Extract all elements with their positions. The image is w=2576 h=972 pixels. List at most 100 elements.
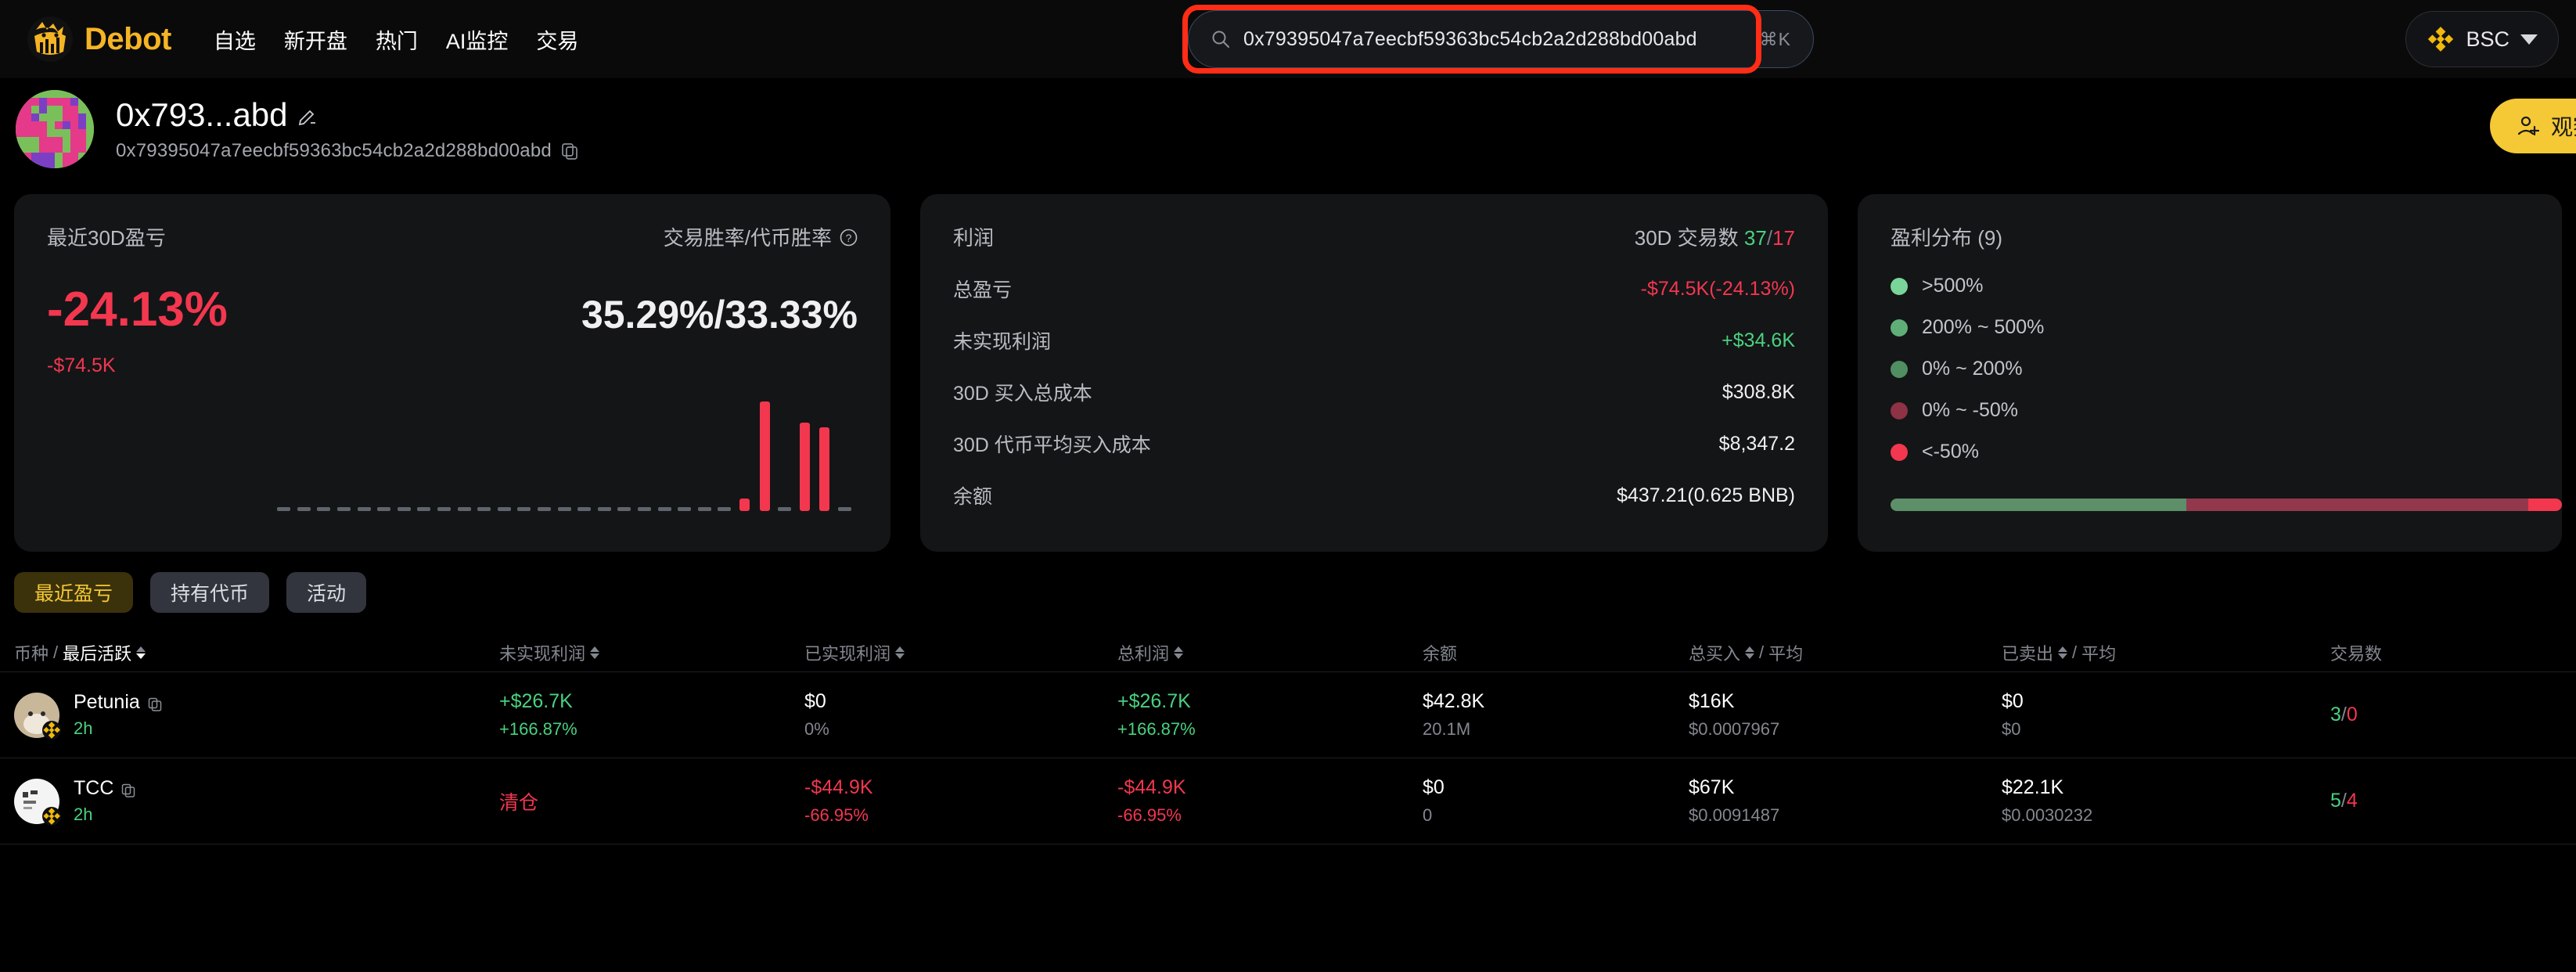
brand-logo-group[interactable]: Debot [27,16,171,63]
balance-usd: $0 [1423,776,1445,799]
distribution-legend: >500%200% ~ 500%0% ~ 200%0% ~ -50%<-50% [1891,275,2529,463]
legend-color-dot [1891,402,1908,419]
column-header-separator: / [53,643,58,663]
trade-wins: 37 [1744,226,1767,250]
bar-zero-tick [638,507,651,511]
realized-pnl-amount: -$44.9K [804,776,873,799]
brand-name: Debot [85,22,171,57]
sort-icon-total[interactable] [1174,646,1183,659]
legend-color-dot [1891,278,1908,295]
profile-name-row: 0x793...abd [116,96,578,134]
trade-count-group: 30D 交易数 37/17 [1635,222,1795,251]
pnl-card-title: 最近30D盈亏 [47,222,166,251]
column-header-total-pnl[interactable]: 总利润 [1117,640,1423,665]
column-header-realized-pnl[interactable]: 已实现利润 [804,640,1117,665]
chain-selector-bsc[interactable]: BSC [2405,11,2559,67]
column-header-buy-separator: / [1759,643,1764,663]
tab-recent-pnl[interactable]: 最近盈亏 [14,572,133,613]
question-mark-icon[interactable]: ? [840,228,858,246]
table-row[interactable]: TCC2h清仓-$44.9K-66.95%-$44.9K-66.95%$00$6… [0,758,2576,844]
bar-zero-tick [297,507,311,511]
token-cell[interactable]: Petunia 2h [14,691,499,739]
bar-slot [654,401,675,511]
bar-zero-tick [277,507,290,511]
distribution-segment [2186,499,2529,511]
trade-losses: 17 [1772,226,1795,250]
bar-slot [635,401,655,511]
column-header-total-buy[interactable]: 总买入 / 平均 [1689,640,2002,665]
total-sell-amount: $0 [2002,690,2024,713]
column-header-balance: 余额 [1423,640,1689,665]
copy-icon[interactable] [121,782,135,796]
profile-text-block: 0x793...abd 0x79395047a7eecbf59363bc54cb… [116,96,578,162]
sort-icon-last-active[interactable] [136,646,146,659]
profit-row-key: 30D 代币平均买入成本 [953,430,1151,458]
nav-links: 自选 新开盘 热门 AI监控 交易 [214,24,579,55]
positions-table: 币种 / 最后活跃 未实现利润 已实现利润 总利润 余额 总买入 / 平均 [0,633,2576,844]
tab-holdings[interactable]: 持有代币 [150,572,269,613]
total-buy-amount: $67K [1689,776,1779,799]
search-icon [1211,29,1231,49]
nav-link-trade[interactable]: 交易 [536,24,578,55]
search-input[interactable]: 0x79395047a7eecbf59363bc54cb2a2d288bd00a… [1243,28,1760,51]
tab-activity[interactable]: 活动 [286,572,366,613]
column-header-unrealized-pnl[interactable]: 未实现利润 [499,640,804,665]
total-pnl-percent: +166.87% [1117,719,1196,740]
nav-link-watchlist[interactable]: 自选 [214,24,256,55]
bar-slot [595,401,615,511]
unrealized-pnl-cell: 清仓 [499,787,804,815]
nav-link-trending[interactable]: 热门 [376,24,418,55]
token-name-row: Petunia [74,691,162,714]
legend-item: 0% ~ -50% [1891,399,2529,422]
balance-cell: $00 [1423,776,1689,826]
bar-slot [534,401,555,511]
petunia-token-avatar [14,693,59,738]
tcc-token-avatar [14,779,59,824]
watch-wallet-button[interactable]: 观察 [2490,99,2576,153]
search-bar[interactable]: 0x79395047a7eecbf59363bc54cb2a2d288bd00a… [1188,10,1814,68]
bar-zero-tick [718,507,731,511]
column-header-token[interactable]: 币种 / 最后活跃 [14,640,499,665]
table-row[interactable]: Petunia2h+$26.7K+166.87%$00%+$26.7K+166.… [0,672,2576,758]
total-pnl-cell: +$26.7K+166.87% [1117,690,1423,740]
copy-icon[interactable] [561,142,578,160]
unrealized-pnl-cell: +$26.7K+166.87% [499,690,804,740]
token-last-active: 2h [74,718,162,739]
profit-row: 总盈亏-$74.5K(-24.13%) [953,275,1795,303]
nav-link-new-launch[interactable]: 新开盘 [284,24,347,55]
cell-stack: -$44.9K -66.95% [1117,776,1186,826]
total-pnl-amount: -$44.9K [1117,776,1186,799]
distribution-card-title: 盈利分布 (9) [1891,226,2002,250]
legend-label: 0% ~ 200% [1922,358,2023,380]
token-last-active: 2h [74,805,135,825]
sort-icon-buy[interactable] [1745,646,1754,659]
bar-slot [474,401,495,511]
bar-slot [294,401,315,511]
profile-header: 0x793...abd 0x79395047a7eecbf59363bc54cb… [0,78,2576,180]
total-pnl-percent: -66.95% [1117,805,1186,826]
unrealized-pnl-amount: +$26.7K [499,690,577,713]
copy-icon[interactable] [148,696,162,710]
column-header-total-sell[interactable]: 已卖出 / 平均 [2002,640,2330,665]
cell-stack: $42.8K20.1M [1423,690,1484,740]
profit-row-key: 30D 买入总成本 [953,378,1092,406]
nav-link-ai-monitor[interactable]: AI监控 [446,24,509,55]
cell-stack: -$44.9K-66.95% [804,776,873,826]
profit-row: 未实现利润+$34.6K [953,326,1795,355]
sort-icon-unrealized[interactable] [590,646,599,659]
balance-tokens: 0 [1423,805,1445,826]
bar-slot [314,401,334,511]
trade-count-label: 30D 交易数 [1635,226,1739,250]
bar-slot [735,401,755,511]
bar-slot [675,401,695,511]
legend-label: >500% [1922,275,1984,297]
watch-wallet-label: 观察 [2551,110,2576,142]
sort-icon-realized[interactable] [895,646,905,659]
pencil-edit-icon[interactable] [297,105,318,125]
column-header-token-label-a: 币种 [14,640,49,665]
cell-stack: $0$0 [2002,690,2024,740]
sort-icon-sell[interactable] [2058,646,2067,659]
legend-label: <-50% [1922,441,1979,463]
token-cell[interactable]: TCC2h [14,777,499,825]
profit-row: 余额$437.21(0.625 BNB) [953,481,1795,509]
